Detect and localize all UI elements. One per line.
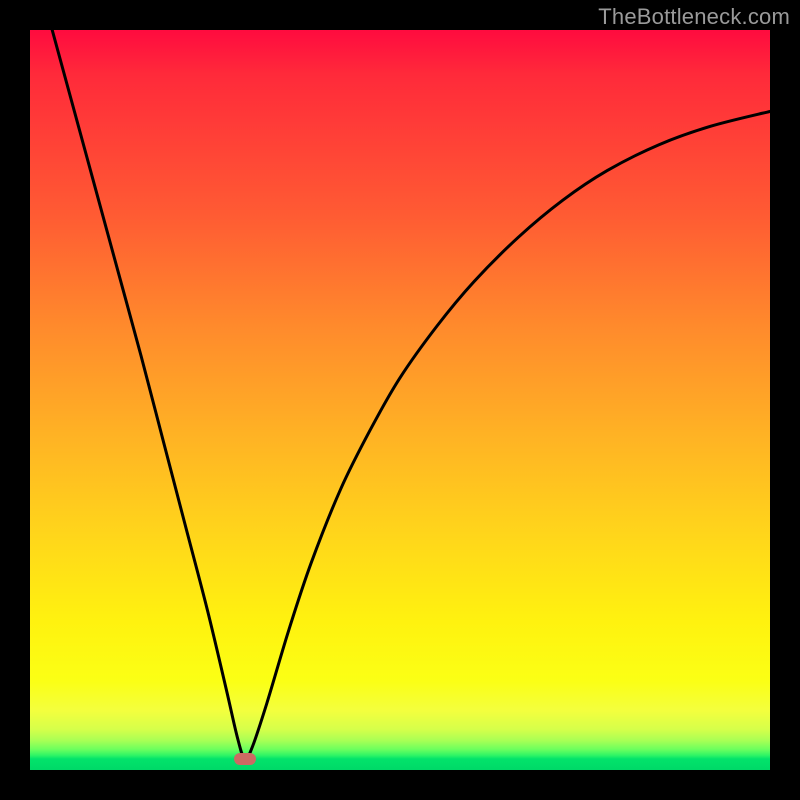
bottleneck-curve <box>30 30 770 770</box>
optimum-marker-icon <box>234 753 256 765</box>
chart-frame: TheBottleneck.com <box>0 0 800 800</box>
plot-area <box>30 30 770 770</box>
watermark-text: TheBottleneck.com <box>598 4 790 30</box>
